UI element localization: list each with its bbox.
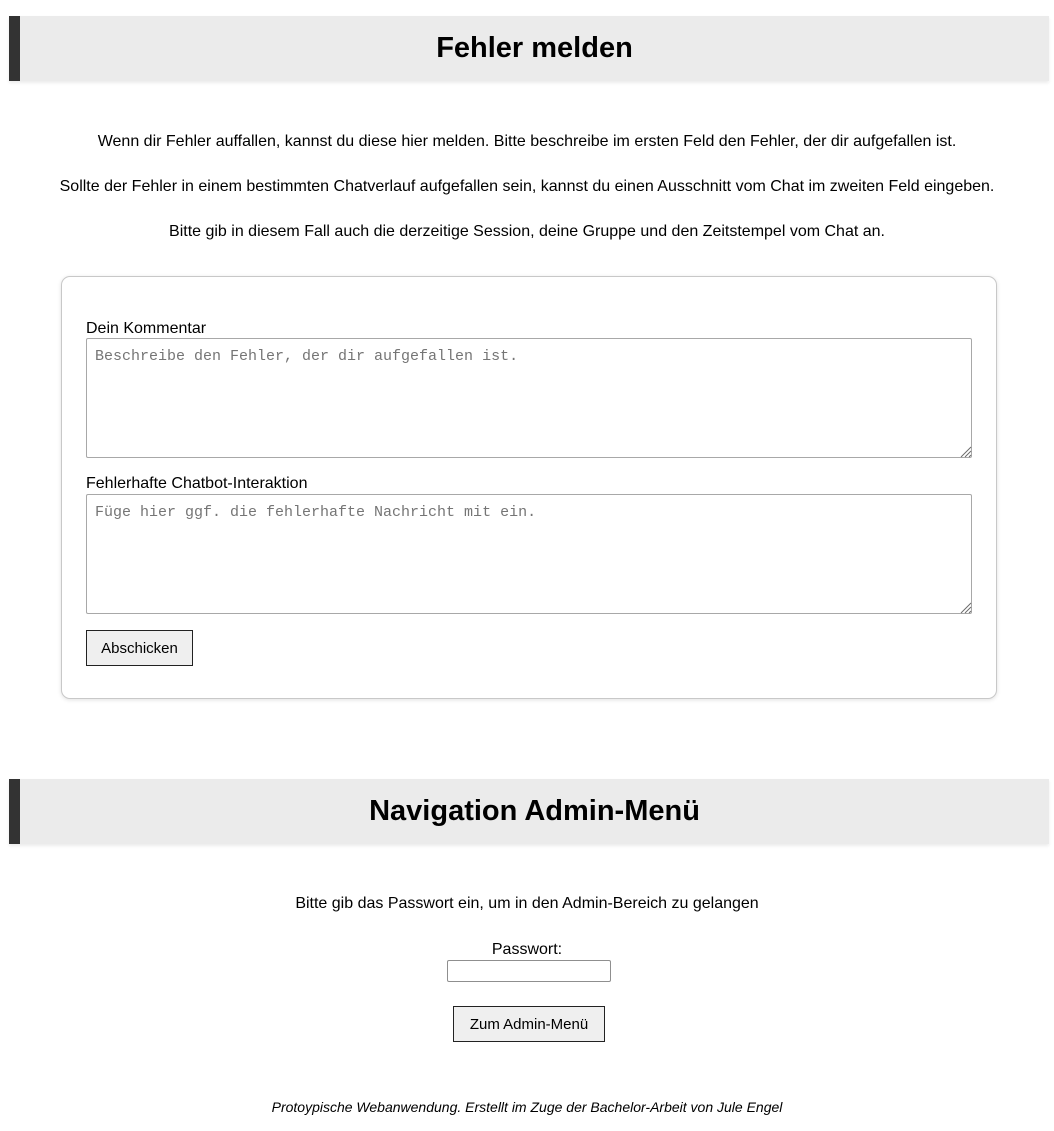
report-section-title: Fehler melden xyxy=(436,32,633,64)
chatbot-interaction-field-label: Fehlerhafte Chatbot-Interaktion xyxy=(86,475,308,492)
report-intro-text-3: Bitte gib in diesem Fall auch die derzei… xyxy=(169,223,885,240)
chatbot-interaction-textarea[interactable] xyxy=(86,494,972,614)
admin-section-header: Navigation Admin-Menü xyxy=(9,779,1049,844)
comment-textarea[interactable] xyxy=(86,338,972,458)
admin-intro-text: Bitte gib das Passwort ein, um in den Ad… xyxy=(295,895,759,912)
error-report-form: Dein Kommentar Fehlerhafte Chatbot-Inter… xyxy=(61,276,997,699)
admin-menu-button[interactable]: Zum Admin-Menü xyxy=(453,1006,605,1042)
comment-field-label: Dein Kommentar xyxy=(86,320,207,337)
admin-section-title: Navigation Admin-Menü xyxy=(369,795,700,827)
password-field-label: Passwort: xyxy=(491,941,563,958)
report-intro-text-2: Sollte der Fehler in einem bestimmten Ch… xyxy=(59,178,995,195)
report-section-header: Fehler melden xyxy=(9,16,1049,81)
submit-report-button[interactable]: Abschicken xyxy=(86,630,193,666)
report-intro-text-1: Wenn dir Fehler auffallen, kannst du die… xyxy=(97,133,957,150)
password-input[interactable] xyxy=(447,960,611,982)
footer-credit-text: Protoypische Webanwendung. Erstellt im Z… xyxy=(271,1099,783,1115)
